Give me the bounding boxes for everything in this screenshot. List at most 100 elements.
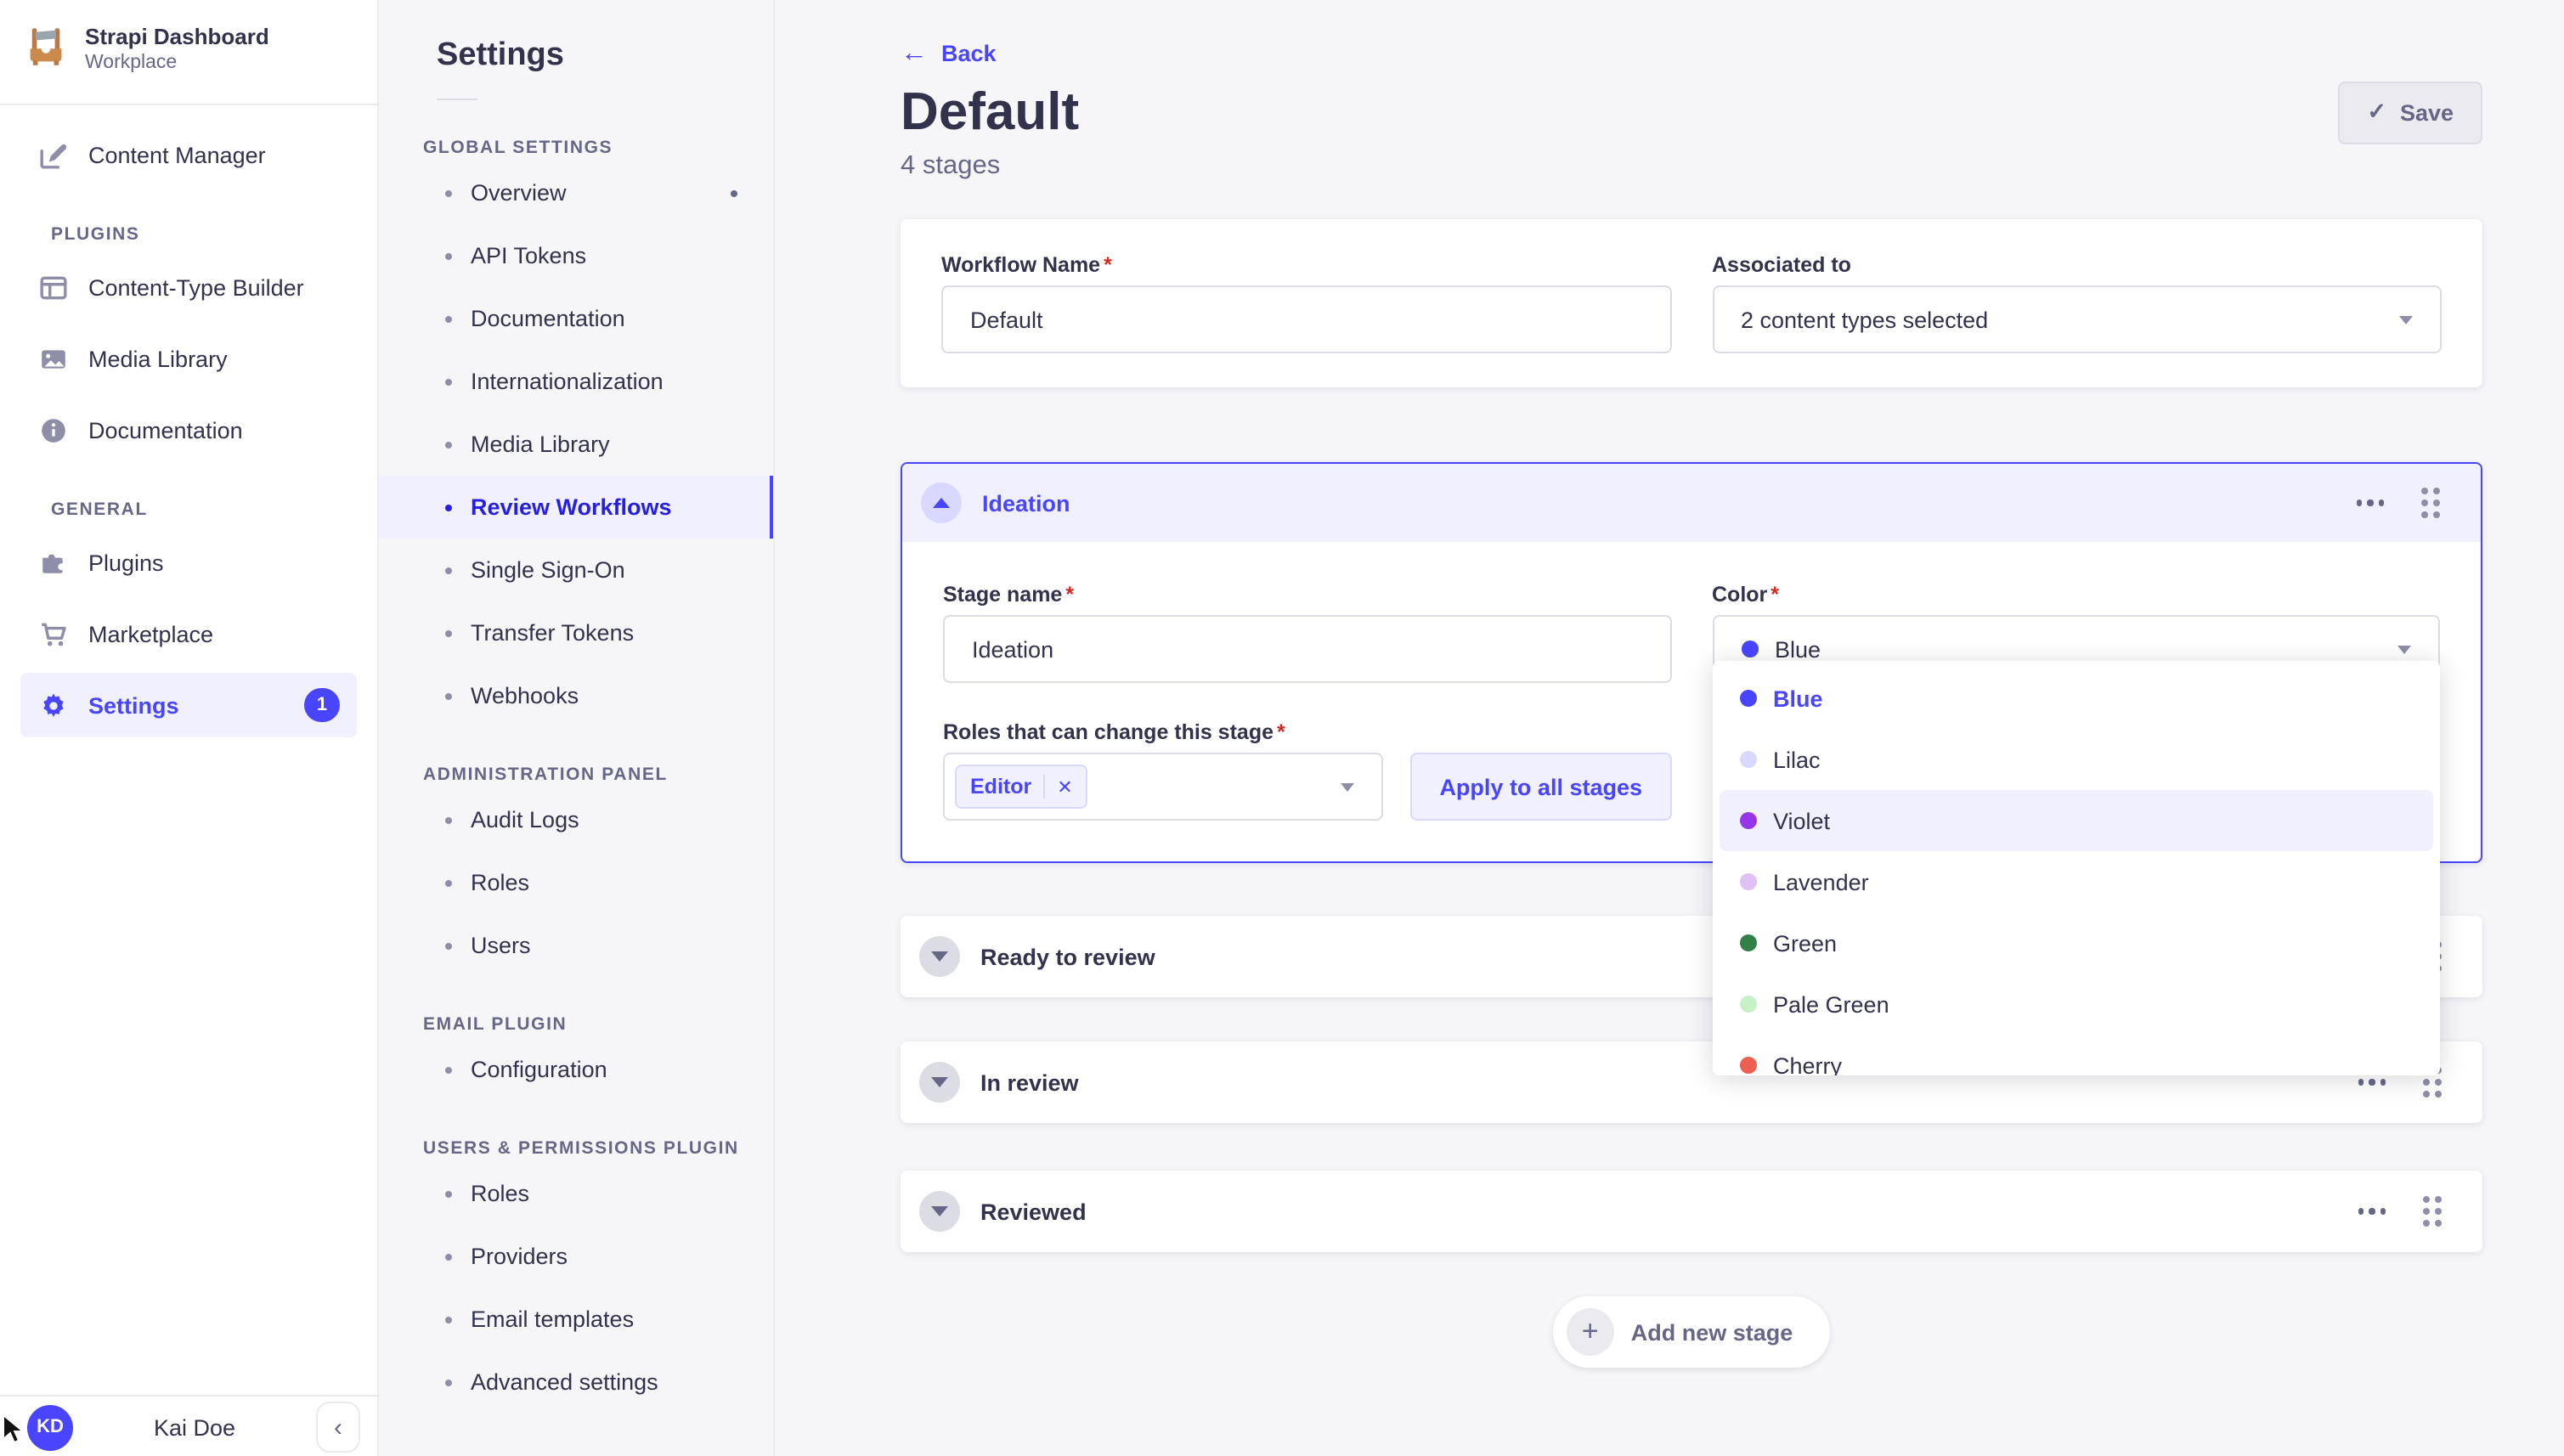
- sidebar-item-documentation[interactable]: Documentation: [20, 398, 357, 462]
- settings-sidebar: Settings GLOBAL SETTINGS Overview API To…: [379, 0, 775, 1456]
- pen-icon: [37, 139, 68, 170]
- role-chip-editor: Editor ✕: [955, 765, 1088, 809]
- subnav-section-administration-panel: ADMINISTRATION PANEL: [423, 765, 773, 785]
- subnav-item-overview[interactable]: Overview: [379, 161, 773, 224]
- back-link[interactable]: ← Back: [901, 41, 997, 66]
- expand-stage-toggle[interactable]: [919, 1062, 960, 1103]
- subnav-item-single-sign-on[interactable]: Single Sign-On: [379, 539, 773, 601]
- expand-stage-toggle[interactable]: [919, 1191, 960, 1232]
- stage-bar-reviewed[interactable]: Reviewed: [901, 1171, 2482, 1252]
- color-option-blue[interactable]: Blue: [1719, 668, 2433, 729]
- bullet-icon: [445, 189, 452, 196]
- subnav-item-review-workflows[interactable]: Review Workflows: [379, 476, 773, 539]
- workflow-name-input[interactable]: Default: [941, 285, 1671, 353]
- cart-icon: [37, 618, 68, 649]
- subnav-item-documentation[interactable]: Documentation: [379, 287, 773, 350]
- subnav-item-audit-logs[interactable]: Audit Logs: [379, 788, 773, 851]
- avatar[interactable]: KD: [27, 1404, 73, 1450]
- subnav-item-providers[interactable]: Providers: [379, 1225, 773, 1288]
- save-button[interactable]: ✓ Save: [2338, 81, 2482, 144]
- stage-menu-button[interactable]: [2356, 500, 2384, 506]
- subnav-section-email-plugin: EMAIL PLUGIN: [423, 1014, 773, 1035]
- user-name: Kai Doe: [73, 1414, 316, 1440]
- sidebar-item-content-type-builder[interactable]: Content-Type Builder: [20, 255, 357, 319]
- media-library-icon: [37, 343, 68, 374]
- collapse-stage-toggle[interactable]: [921, 483, 962, 523]
- apply-to-all-stages-button[interactable]: Apply to all stages: [1410, 753, 1671, 821]
- subnav-item-up-roles[interactable]: Roles: [379, 1162, 773, 1225]
- sidebar-item-media-library[interactable]: Media Library: [20, 326, 357, 391]
- main-sidebar: Strapi Dashboard Workplace Content Manag…: [0, 0, 379, 1456]
- stage-name-input[interactable]: Ideation: [943, 615, 1671, 683]
- subnav-item-configuration[interactable]: Configuration: [379, 1038, 773, 1101]
- stage-card-ideation: Ideation Stage name* Ideation Color*: [901, 462, 2482, 863]
- workflow-name-label: Workflow Name*: [941, 253, 1671, 277]
- bullet-icon: [445, 252, 452, 259]
- stage-menu-button[interactable]: [2358, 1080, 2386, 1086]
- sidebar-item-content-manager[interactable]: Content Manager: [20, 122, 357, 187]
- settings-title: Settings: [437, 37, 773, 75]
- chevron-down-icon: [2399, 316, 2413, 324]
- bullet-icon: [445, 441, 452, 448]
- puzzle-icon: [37, 547, 68, 578]
- sidebar-item-label: Settings: [88, 692, 179, 718]
- subnav-item-email-templates[interactable]: Email templates: [379, 1288, 773, 1351]
- divider: [0, 104, 377, 105]
- color-option-lilac[interactable]: Lilac: [1719, 729, 2433, 790]
- color-option-cherry[interactable]: Cherry: [1719, 1035, 2433, 1075]
- sidebar-item-label: Content-Type Builder: [88, 274, 304, 300]
- color-option-pale-green[interactable]: Pale Green: [1719, 973, 2433, 1035]
- subnav-item-users[interactable]: Users: [379, 914, 773, 977]
- subnav-item-api-tokens[interactable]: API Tokens: [379, 224, 773, 287]
- workplace-chair-logo: [24, 24, 68, 76]
- notification-dot: [731, 189, 737, 196]
- color-option-green[interactable]: Green: [1719, 912, 2433, 973]
- bullet-icon: [445, 816, 452, 823]
- expand-stage-toggle[interactable]: [919, 936, 960, 977]
- roles-multiselect[interactable]: Editor ✕: [943, 753, 1383, 821]
- stage-accordion-header[interactable]: Ideation: [902, 464, 2481, 542]
- color-swatch: [1739, 690, 1756, 707]
- required-mark: *: [1277, 720, 1285, 744]
- sidebar-item-settings[interactable]: Settings 1: [20, 673, 357, 737]
- collapse-sidebar-button[interactable]: ‹: [316, 1402, 360, 1453]
- bullet-icon: [445, 942, 452, 949]
- subnav-item-advanced-settings[interactable]: Advanced settings: [379, 1351, 773, 1414]
- required-mark: *: [1104, 253, 1112, 277]
- add-new-stage-button[interactable]: + Add new stage: [1553, 1296, 1831, 1368]
- sidebar-item-marketplace[interactable]: Marketplace: [20, 601, 357, 666]
- drag-handle-icon[interactable]: [2423, 1196, 2442, 1227]
- info-circle-icon: [37, 415, 68, 445]
- subnav-item-webhooks[interactable]: Webhooks: [379, 664, 773, 727]
- check-icon: ✓: [2367, 99, 2386, 126]
- color-option-lavender[interactable]: Lavender: [1719, 851, 2433, 912]
- workspace-brand[interactable]: Strapi Dashboard Workplace: [0, 0, 377, 104]
- sidebar-item-label: Content Manager: [88, 142, 266, 167]
- color-swatch: [1739, 996, 1756, 1013]
- drag-handle-icon[interactable]: [2421, 488, 2440, 518]
- remove-role-icon[interactable]: ✕: [1057, 776, 1072, 798]
- bullet-icon: [445, 567, 452, 573]
- bullet-icon: [445, 692, 452, 699]
- color-option-violet[interactable]: Violet: [1719, 790, 2433, 851]
- associated-to-select[interactable]: 2 content types selected: [1712, 285, 2442, 353]
- color-dropdown: Blue Lilac Violet Lavender Green Pale Gr…: [1712, 661, 2440, 1075]
- associated-to-label: Associated to: [1712, 253, 2442, 277]
- sidebar-item-label: Plugins: [88, 550, 164, 575]
- sidebar-item-plugins[interactable]: Plugins: [20, 530, 357, 595]
- subnav-item-transfer-tokens[interactable]: Transfer Tokens: [379, 601, 773, 664]
- subnav-item-admin-roles[interactable]: Roles: [379, 851, 773, 914]
- subnav-item-internationalization[interactable]: Internationalization: [379, 350, 773, 413]
- chevron-down-icon: [931, 1206, 948, 1216]
- color-swatch: [1741, 641, 1758, 657]
- sidebar-item-label: Marketplace: [88, 621, 213, 646]
- subnav-section-global-settings: GLOBAL SETTINGS: [423, 138, 773, 158]
- subnav-item-media-library[interactable]: Media Library: [379, 413, 773, 476]
- workspace-title: Strapi Dashboard: [85, 24, 269, 51]
- nav-section-plugins: PLUGINS: [51, 224, 377, 245]
- color-swatch: [1739, 812, 1756, 829]
- bullet-icon: [445, 879, 452, 886]
- bullet-icon: [445, 315, 452, 322]
- stage-menu-button[interactable]: [2358, 1209, 2386, 1215]
- sidebar-item-label: Media Library: [88, 346, 228, 371]
